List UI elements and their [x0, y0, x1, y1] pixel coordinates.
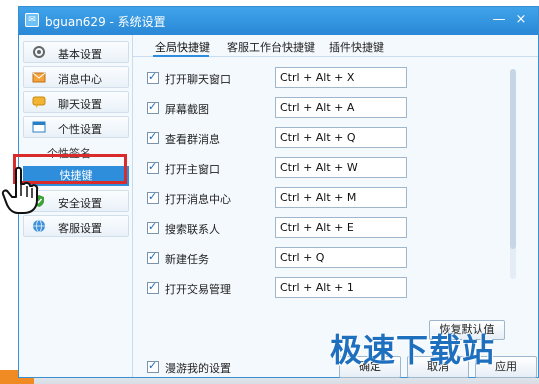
hotkey-input[interactable]: Ctrl + Q: [275, 247, 407, 268]
sidebar-item-label: 客服设置: [58, 222, 102, 235]
hotkey-row: 打开交易管理 Ctrl + Alt + 1: [147, 277, 507, 299]
sidebar-item-label: 消息中心: [58, 73, 102, 86]
sidebar-item-label: 安全设置: [58, 197, 102, 210]
tab-service-hotkeys[interactable]: 客服工作台快捷键: [227, 39, 315, 55]
minimize-button[interactable]: —: [490, 11, 508, 29]
hotkey-input[interactable]: Ctrl + Alt + W: [275, 157, 407, 178]
sidebar-item-service[interactable]: 客服设置: [23, 215, 129, 237]
hotkey-input[interactable]: Ctrl + Alt + E: [275, 217, 407, 238]
hotkey-label: 打开主窗口: [165, 163, 220, 176]
hotkey-label: 打开聊天窗口: [165, 73, 231, 86]
hand-pointer-icon: [1, 166, 39, 214]
roaming-checkbox[interactable]: [147, 359, 159, 373]
hotkey-label: 搜索联系人: [165, 223, 220, 236]
active-tab-indicator: [153, 55, 209, 57]
gear-icon: [33, 46, 45, 58]
hotkey-label: 屏幕截图: [165, 103, 209, 116]
hotkey-checkbox[interactable]: [147, 70, 159, 84]
hotkey-input[interactable]: Ctrl + Alt + A: [275, 97, 407, 118]
hotkey-checkbox[interactable]: [147, 100, 159, 114]
close-button[interactable]: ×: [512, 11, 530, 29]
hotkey-checkbox[interactable]: [147, 130, 159, 144]
vertical-scrollbar[interactable]: [510, 69, 516, 279]
hotkey-checkbox[interactable]: [147, 250, 159, 264]
titlebar: ✉ bguan629 - 系统设置 — ×: [19, 7, 538, 35]
hotkey-label: 打开交易管理: [165, 283, 231, 296]
watermark-logo: 极速下载站: [330, 331, 496, 369]
app-logo-icon: ✉: [25, 13, 39, 27]
hotkey-row: 新建任务 Ctrl + Q: [147, 247, 507, 269]
tab-plugin-hotkeys[interactable]: 插件快捷键: [329, 39, 384, 55]
sidebar-item-label: 聊天设置: [58, 98, 102, 111]
sidebar-item-personal[interactable]: 个性设置: [23, 116, 129, 138]
tab-global-hotkeys[interactable]: 全局快捷键: [155, 39, 210, 55]
hotkey-row: 屏幕截图 Ctrl + Alt + A: [147, 97, 507, 119]
scrollbar-thumb[interactable]: [510, 69, 516, 249]
sidebar-item-messages[interactable]: 消息中心: [23, 66, 129, 88]
sidebar-item-chat[interactable]: 聊天设置: [23, 91, 129, 113]
personal-icon: [32, 121, 46, 133]
window-title: bguan629 - 系统设置: [45, 15, 166, 29]
hotkey-checkbox[interactable]: [147, 160, 159, 174]
hotkey-row: 打开聊天窗口 Ctrl + Alt + X: [147, 67, 507, 89]
hotkey-input[interactable]: Ctrl + Alt + X: [275, 67, 407, 88]
hotkey-input[interactable]: Ctrl + Alt + Q: [275, 127, 407, 148]
hotkey-row: 打开主窗口 Ctrl + Alt + W: [147, 157, 507, 179]
roaming-settings-option: 漫游我的设置: [147, 359, 287, 375]
sidebar-item-basic[interactable]: 基本设置: [23, 41, 129, 63]
hotkey-input[interactable]: Ctrl + Alt + 1: [275, 277, 407, 298]
hotkey-checkbox[interactable]: [147, 190, 159, 204]
globe-icon: [33, 219, 45, 233]
sidebar-item-label: 基本设置: [58, 48, 102, 61]
hotkey-row: 打开消息中心 Ctrl + Alt + M: [147, 187, 507, 209]
tab-bar: 全局快捷键 客服工作台快捷键 插件快捷键: [133, 35, 538, 57]
hotkey-checkbox[interactable]: [147, 280, 159, 294]
chat-icon: [32, 96, 46, 108]
hotkey-input[interactable]: Ctrl + Alt + M: [275, 187, 407, 208]
settings-window: ✉ bguan629 - 系统设置 — × 基本设置 消息中心 聊天设置 个性设…: [18, 6, 539, 378]
hotkey-label: 新建任务: [165, 253, 209, 266]
hotkey-row: 查看群消息 Ctrl + Alt + Q: [147, 127, 507, 149]
hotkey-label: 查看群消息: [165, 133, 220, 146]
hotkey-row: 搜索联系人 Ctrl + Alt + E: [147, 217, 507, 239]
hotkey-label: 打开消息中心: [165, 193, 231, 206]
mail-icon: [32, 72, 46, 83]
roaming-label: 漫游我的设置: [165, 362, 231, 375]
sidebar-item-label: 个性设置: [58, 123, 102, 136]
hotkey-checkbox[interactable]: [147, 220, 159, 234]
